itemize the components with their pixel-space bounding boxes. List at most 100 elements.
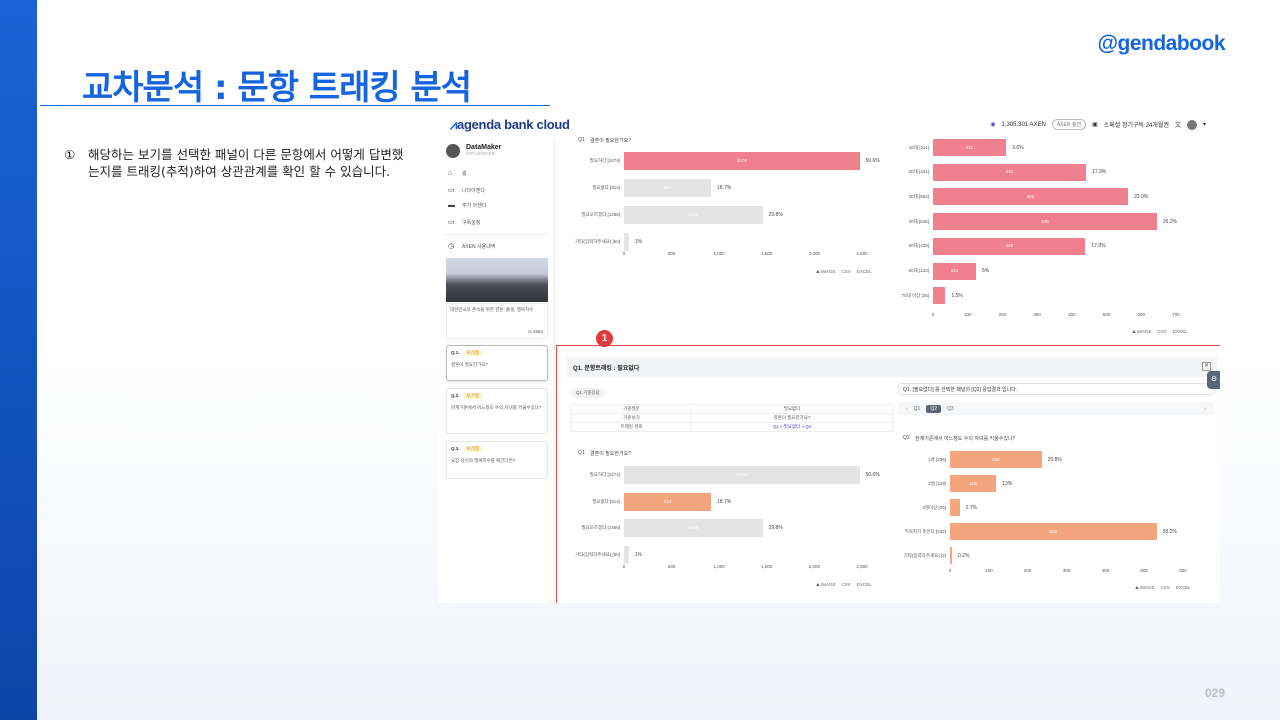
category-label: 필요없다 [914]: [592, 185, 620, 190]
bar-percent-label: 1%: [634, 239, 642, 245]
callout-badge: 1: [596, 330, 613, 347]
category-label: 30대 [562]: [908, 193, 929, 199]
nav-add-agenda[interactable]: ▬ 추가 아젠다: [448, 202, 486, 209]
export-excel-button[interactable]: EXCEL: [1173, 329, 1188, 334]
chart-bar: [950, 499, 960, 516]
export-options: ⛰ IMAGE CSV EXCEL: [816, 582, 872, 587]
user-profile[interactable]: DataMaker INFLUENCER: [446, 144, 501, 158]
x-tick-label: 1,000: [713, 251, 725, 256]
bar-percent-label: 1.5%: [951, 292, 963, 299]
description-number: ①: [64, 147, 76, 162]
bar-value: 645: [1041, 218, 1049, 224]
category-label: 50대 [439]: [908, 243, 929, 249]
question-card-q2[interactable]: Q.2. 보기형 한계기준에서 어느정도 수의 자녀를 키울수있나?: [446, 388, 548, 434]
export-csv-button[interactable]: CSV: [1161, 585, 1170, 590]
chevron-right-icon[interactable]: ›: [1204, 406, 1206, 412]
nav-home[interactable]: ⌂ 홈: [448, 170, 467, 177]
table-cell: 필요없다: [691, 404, 893, 414]
tab-q3[interactable]: Q3: [947, 406, 954, 412]
x-tick-label: 1,000: [713, 564, 725, 569]
category-label: 기타(입력하주세요) [50]: [575, 551, 620, 557]
export-excel-button[interactable]: EXCEL: [857, 582, 872, 587]
category-label: 기타(입력하주세요) [50]: [575, 239, 620, 244]
category-label: 3명이상 [25]: [922, 504, 946, 510]
category-label: 70대 이상 [36]: [901, 292, 929, 298]
app-logo[interactable]: ⩘agenda bank cloud: [450, 117, 570, 133]
side-tab-icon[interactable]: ⚙: [1207, 371, 1220, 389]
home-icon: ⌂: [448, 170, 453, 177]
export-options: ⛰ IMAGE CSV EXCEL: [1132, 329, 1188, 334]
chart-bar: [624, 545, 629, 564]
monitor-icon: ▭: [448, 219, 455, 226]
x-tick-label: 0: [622, 564, 626, 569]
bar-percent-label: 18.7%: [717, 185, 732, 191]
agenda-title: 대한민국의 존속을 위한 결혼, 출생, 행복지수: [450, 307, 534, 312]
table-cell: 트래킹 경로: [571, 422, 692, 432]
table-row: 트래킹 경로 Q1 > 필요없다 > Q2: [571, 422, 893, 432]
tab-q2[interactable]: Q2: [926, 404, 942, 413]
export-image-button[interactable]: ⛰ IMAGE: [816, 269, 836, 274]
bar-percent-label: 13%: [1002, 480, 1013, 487]
tracking-info: Q1. [필요없다] 를 선택한 패널의 [Q2] 응답결과 입니다.: [898, 383, 1214, 395]
x-tick-label: 100: [963, 312, 972, 317]
category-label: 60대 [124]: [908, 268, 929, 273]
bar-percent-label: 3.6%: [1012, 144, 1024, 151]
question-text: 한계기준에서 어느정도 수의 자녀를 키울수있나?: [451, 405, 542, 410]
language-icon[interactable]: 文: [1175, 120, 1181, 129]
nav-axen-history[interactable]: ◷ AXEN 사용내역: [448, 242, 495, 250]
question-card-q3[interactable]: Q.3. 보기형 요즘 당신의 행복지수를 매긴다면?: [446, 441, 548, 479]
app-sidebar: DataMaker INFLUENCER ⌂ 홈 ▭ 나의아젠다 ▬ 추가 아젠다 ▭…: [438, 138, 555, 603]
x-tick-label: 0: [931, 312, 935, 317]
x-tick-label: 200: [998, 312, 1007, 317]
logo-prefix: agenda: [457, 117, 501, 132]
tab-q1[interactable]: Q1: [914, 406, 921, 412]
topbar-right: ◉ 1,305,301 AXEN AXEN 충전 ▣ 스페셜 정기구독 24개월…: [990, 119, 1206, 130]
bar-value: 1456: [688, 525, 699, 530]
export-csv-button[interactable]: CSV: [842, 582, 851, 587]
x-tick-label: 2,000: [808, 564, 821, 569]
close-icon[interactable]: ×: [1202, 362, 1211, 371]
export-image-button[interactable]: ⛰ IMAGE: [1135, 585, 1155, 590]
chart-title: 결혼이 필요한가요?: [590, 138, 631, 144]
x-tick-label: 2,000: [808, 251, 821, 256]
chevron-down-icon[interactable]: ▾: [1203, 121, 1206, 128]
chevron-left-icon[interactable]: ‹: [906, 406, 908, 412]
agenda-caption[interactable]: 대한민국의 존속을 위한 결혼, 출생, 행복지수 ılı 4654: [446, 303, 548, 339]
table-cell: 결혼이 필요한가요?: [691, 413, 893, 423]
page-number: 029: [1204, 686, 1225, 700]
table-cell: Q1 > 필요없다 > Q2: [691, 422, 893, 432]
agenda-thumbnail[interactable]: [446, 258, 548, 302]
bar-percent-label: 5%: [982, 268, 990, 274]
folder-icon: ▭: [448, 187, 455, 194]
bar-percent-label: 2.7%: [965, 504, 978, 511]
nav-label: 추가 아젠다: [462, 203, 487, 209]
x-tick-label: 1,500: [761, 251, 773, 256]
export-excel-button[interactable]: EXCEL: [1176, 585, 1191, 590]
x-tick-label: 400: [1101, 568, 1110, 573]
logo-suffix: bank cloud: [500, 117, 570, 132]
user-name: DataMaker: [466, 144, 502, 151]
subscription-label[interactable]: 스페셜 정기구독 24개월권: [1104, 120, 1169, 129]
nav-subscription[interactable]: ▭ 구독설정: [448, 218, 480, 226]
bar-percent-label: 1%: [634, 551, 642, 558]
export-csv-button[interactable]: CSV: [842, 269, 851, 274]
axen-charge-button[interactable]: AXEN 충전: [1051, 119, 1087, 130]
x-tick-label: 2,500: [856, 564, 868, 569]
question-number: Q.1.: [451, 350, 460, 355]
export-options: ⛰ IMAGE CSV EXCEL: [816, 269, 872, 274]
export-csv-button[interactable]: CSV: [1158, 329, 1167, 334]
bar-value: 236: [992, 456, 1000, 462]
nav-my-agenda[interactable]: ▭ 나의아젠다: [448, 186, 485, 194]
x-tick-label: 400: [1068, 312, 1076, 317]
brand-logo: @gendabook: [1097, 32, 1226, 55]
category-label: 키워지지 못한다 [532]: [904, 528, 947, 534]
table-cell: 기준보기: [571, 413, 692, 423]
history-icon: ◷: [448, 243, 455, 250]
profile-avatar[interactable]: [1186, 119, 1197, 130]
bar-value: 1456: [688, 212, 699, 217]
export-image-button[interactable]: ⛰ IMAGE: [816, 582, 836, 587]
question-tag: 보기형: [463, 350, 482, 356]
question-card-q1[interactable]: Q.1. 보기형 결혼이 필요한가요?: [446, 345, 548, 381]
bar-percent-label: 29.8%: [768, 212, 783, 218]
export-image-button[interactable]: ⛰ IMAGE: [1132, 329, 1152, 334]
